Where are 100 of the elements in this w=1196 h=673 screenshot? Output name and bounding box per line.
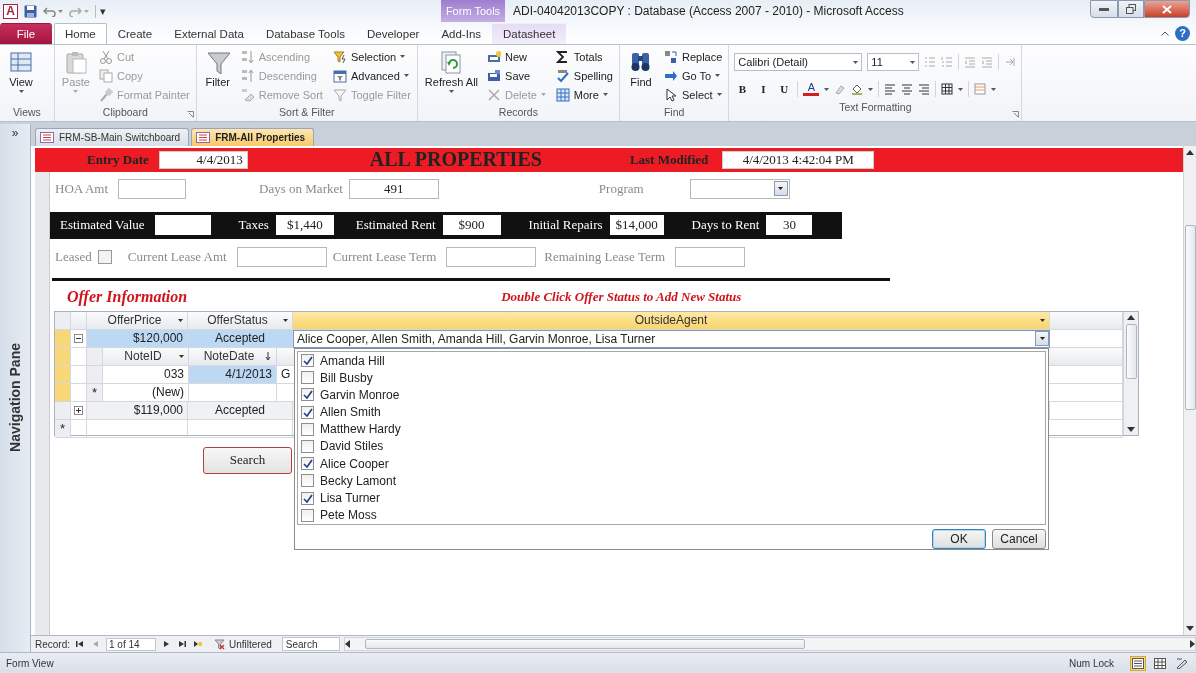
agent-list-item[interactable]: David Stiles	[298, 437, 1045, 456]
input-field[interactable]: 491	[348, 178, 439, 199]
undo-button[interactable]	[43, 5, 63, 17]
checkbox[interactable]	[301, 405, 314, 419]
expand-navigation-button[interactable]: »	[11, 124, 19, 142]
table-cell	[71, 311, 87, 330]
format-button[interactable]: U	[776, 83, 793, 95]
ribbon-tab[interactable]: File	[0, 23, 52, 44]
font-color-button[interactable]: A	[803, 82, 820, 96]
search-field[interactable]: Search	[281, 637, 340, 651]
ribbon-tab[interactable]: Developer	[355, 23, 431, 44]
format-button[interactable]: I	[755, 83, 772, 95]
agent-list-item[interactable]: Garvin Monroe	[298, 386, 1045, 404]
column-header[interactable]: OutsideAgent	[293, 311, 1050, 330]
agent-list-item[interactable]: Becky Lamont	[298, 472, 1045, 490]
ribbon-button[interactable]: Filter	[199, 47, 236, 106]
ribbon-button[interactable]: Spelling	[552, 66, 616, 85]
ribbon-button[interactable]: View	[3, 47, 39, 106]
cross-icon	[487, 87, 502, 102]
ribbon-button[interactable]: Advanced	[329, 66, 414, 85]
ribbon-tab[interactable]: Datasheet	[492, 23, 567, 44]
column-header[interactable]: OfferStatus	[188, 311, 293, 330]
document-tab[interactable]: FRM-SB-Main Switchboard	[35, 127, 190, 146]
help-button[interactable]: ?	[1175, 25, 1190, 41]
input-field[interactable]: $1,440	[275, 215, 334, 236]
ribbon-tab[interactable]: External Data	[163, 23, 255, 44]
ribbon-tab[interactable]: Home	[54, 23, 107, 44]
checkbox[interactable]	[301, 491, 314, 505]
checkbox[interactable]	[301, 354, 314, 368]
ribbon-button[interactable]: New	[484, 47, 549, 66]
checkbox[interactable]	[301, 388, 314, 402]
vertical-scrollbar[interactable]	[1183, 145, 1196, 636]
ribbon-button[interactable]: Go To	[661, 66, 726, 85]
last-modified-field[interactable]: 4/4/2013 4:42:04 PM	[722, 150, 875, 169]
ribbon-button[interactable]: Find	[623, 47, 659, 106]
checkbox[interactable]	[301, 508, 314, 522]
dialog-button[interactable]: Cancel	[992, 528, 1046, 549]
checkbox[interactable]	[301, 422, 314, 436]
datasheet-view-button[interactable]	[1152, 655, 1168, 671]
format-button[interactable]: B	[734, 83, 751, 95]
ribbon-button[interactable]: Select	[661, 85, 726, 104]
combo-box[interactable]	[689, 178, 790, 199]
ribbon-button[interactable]: Replace	[661, 47, 726, 66]
input-field[interactable]: 30	[766, 215, 813, 236]
ribbon-tab[interactable]: Create	[106, 23, 164, 44]
form-view-button[interactable]	[1130, 655, 1146, 671]
ribbon-button[interactable]: Selection	[329, 47, 414, 66]
ribbon-tab[interactable]: Database Tools	[254, 23, 356, 44]
navigation-pane-label[interactable]: Navigation Pane	[7, 342, 23, 452]
field-label: Program	[598, 180, 644, 197]
input-field[interactable]: $14,000	[609, 215, 664, 236]
font-name-dropdown[interactable]: Calibri (Detail)	[734, 53, 863, 71]
minimize-button[interactable]	[1090, 0, 1118, 18]
horizontal-scrollbar[interactable]	[343, 637, 1196, 651]
font-size-dropdown[interactable]: 11	[867, 53, 920, 71]
customize-toolbar-button[interactable]: ▾	[95, 4, 106, 18]
table-icon	[9, 50, 33, 74]
restore-button[interactable]	[1118, 0, 1144, 18]
agent-list-item[interactable]: Matthew Hardy	[298, 420, 1045, 438]
input-field[interactable]	[675, 246, 746, 267]
document-tab[interactable]: FRM-All Properties	[191, 127, 315, 146]
checkbox[interactable]	[301, 457, 314, 471]
window-title: ADI-04042013COPY : Database (Access 2007 - 2010) - Microsoft Access	[513, 4, 905, 18]
ribbon-tab[interactable]: Add-Ins	[430, 23, 493, 44]
ribbon-button[interactable]: Refresh All	[420, 47, 483, 106]
expand-icon	[74, 405, 83, 415]
first-record-button[interactable]	[74, 640, 86, 648]
search-button[interactable]: Search	[203, 446, 292, 474]
input-field[interactable]	[236, 246, 327, 267]
redo-button[interactable]	[69, 5, 89, 17]
entry-date-field[interactable]: 4/4/2013	[158, 150, 248, 169]
input-field[interactable]	[118, 178, 187, 199]
last-record-button[interactable]	[176, 640, 188, 648]
ribbon-button[interactable]: Totals	[552, 47, 616, 66]
caret-icon	[716, 93, 722, 96]
agent-list-item[interactable]: Alice Cooper	[298, 455, 1045, 473]
checkbox[interactable]	[97, 249, 112, 264]
agent-list-item[interactable]: Lisa Turner	[298, 489, 1045, 507]
checkbox[interactable]	[301, 371, 314, 385]
ribbon-button[interactable]: Save	[484, 66, 549, 85]
design-view-icon	[1176, 657, 1188, 669]
checkbox[interactable]	[301, 440, 314, 453]
agent-list-item[interactable]: Pete Moss	[298, 506, 1045, 524]
design-view-button[interactable]	[1174, 655, 1190, 671]
close-button[interactable]	[1144, 0, 1190, 18]
dialog-button[interactable]: OK	[932, 528, 986, 549]
ribbon-button[interactable]: More	[552, 85, 616, 104]
agent-list-item[interactable]: Allen Smith	[298, 403, 1045, 421]
filter-status-button[interactable]: Unfiltered	[208, 638, 278, 650]
record-position-field[interactable]: 1 of 14	[106, 637, 156, 651]
column-header[interactable]: OfferPrice	[87, 311, 188, 330]
vertical-scrollbar[interactable]	[1123, 311, 1138, 435]
new-record-button[interactable]	[192, 640, 204, 648]
input-field[interactable]	[446, 246, 537, 267]
input-field[interactable]: $900	[442, 215, 501, 236]
caret-icon	[1040, 318, 1045, 322]
row-selector[interactable]	[55, 311, 71, 330]
save-button[interactable]	[24, 4, 37, 18]
checkbox[interactable]	[301, 474, 314, 488]
app-icon[interactable]: A	[3, 3, 18, 19]
